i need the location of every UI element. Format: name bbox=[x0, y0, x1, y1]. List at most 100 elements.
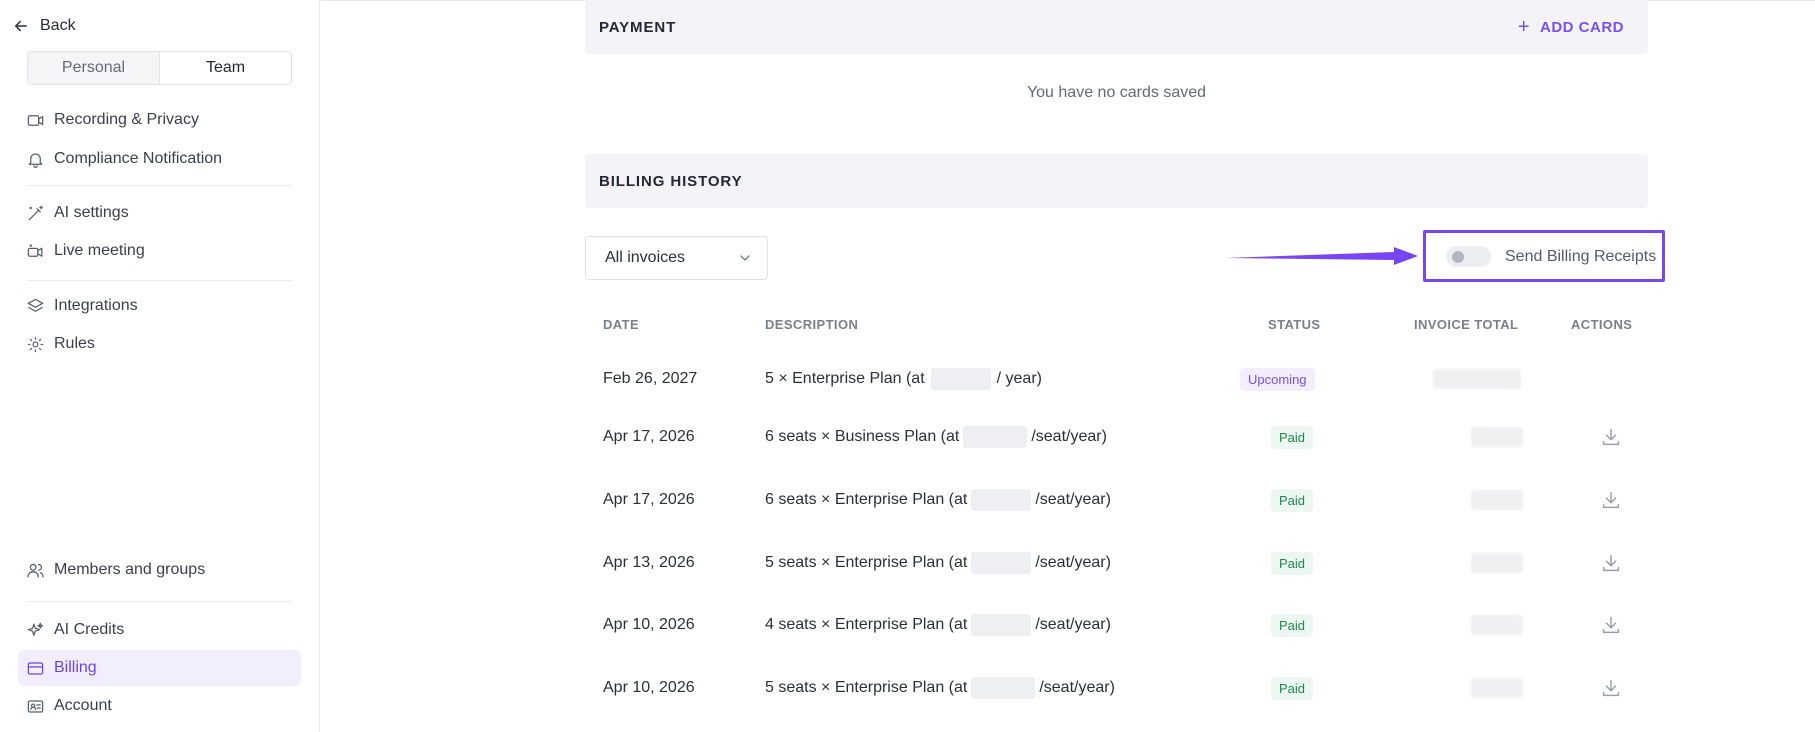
redacted-total bbox=[1471, 427, 1523, 447]
row-description-text: 5 seats × Enterprise Plan (at bbox=[765, 554, 968, 571]
row-total bbox=[1471, 600, 1523, 650]
row-description: 4 seats × Enterprise Plan (at /seat/year… bbox=[765, 600, 1111, 650]
redacted-price bbox=[971, 677, 1036, 699]
billing-history-header: BILLING HISTORY bbox=[585, 154, 1648, 208]
row-description-suffix: / year) bbox=[996, 370, 1042, 387]
sidebar-item-label: Recording & Privacy bbox=[54, 111, 199, 128]
row-description-suffix: /seat/year) bbox=[1039, 679, 1115, 696]
sidebar-item-ai-settings[interactable]: AI settings bbox=[18, 195, 301, 231]
row-date: Feb 26, 2027 bbox=[603, 370, 698, 387]
invoice-filter-select[interactable]: All invoices bbox=[585, 236, 768, 280]
table-row: Apr 17, 2026 6 seats × Business Plan (at… bbox=[585, 412, 1648, 462]
table-row: Apr 10, 2026 4 seats × Enterprise Plan (… bbox=[585, 600, 1648, 650]
sidebar-item-recording-privacy[interactable]: Recording & Privacy bbox=[18, 102, 301, 138]
sparkles-icon bbox=[27, 622, 44, 636]
gear-check-icon bbox=[27, 336, 44, 352]
sidebar-item-label: Rules bbox=[54, 335, 95, 352]
redacted-price bbox=[930, 368, 991, 390]
sidebar-item-label: Compliance Notification bbox=[54, 150, 223, 167]
status-badge: Paid bbox=[1271, 551, 1314, 575]
redacted-total bbox=[1471, 490, 1523, 510]
add-card-button[interactable]: + ADD CARD bbox=[1518, 17, 1624, 37]
sidebar-item-live-meeting[interactable]: Live meeting bbox=[18, 233, 301, 269]
layers-icon bbox=[27, 298, 44, 312]
row-description: 5 seats × Enterprise Plan (at /seat/year… bbox=[765, 663, 1115, 713]
settings-sidebar: Back Personal Team Recording & Privacy C… bbox=[0, 0, 320, 732]
column-header-description: DESCRIPTION bbox=[765, 317, 859, 332]
row-description-text: 4 seats × Enterprise Plan (at bbox=[765, 616, 968, 633]
video-sparkle-icon bbox=[27, 243, 43, 257]
row-description: 6 seats × Enterprise Plan (at /seat/year… bbox=[765, 475, 1111, 525]
row-description: 5 × Enterprise Plan (at / year) bbox=[765, 354, 1042, 404]
row-status: Paid bbox=[1271, 663, 1314, 713]
download-icon[interactable] bbox=[1600, 614, 1622, 636]
sidebar-item-label: Live meeting bbox=[54, 242, 145, 259]
row-description: 5 seats × Enterprise Plan (at /seat/year… bbox=[765, 538, 1111, 588]
status-badge: Paid bbox=[1271, 676, 1314, 700]
row-description-text: 6 seats × Enterprise Plan (at bbox=[765, 491, 968, 508]
redacted-total bbox=[1471, 553, 1523, 573]
redacted-total bbox=[1471, 678, 1523, 698]
row-actions bbox=[1600, 412, 1622, 462]
tab-team[interactable]: Team bbox=[160, 52, 291, 84]
row-description: 6 seats × Business Plan (at /seat/year) bbox=[765, 412, 1107, 462]
sidebar-item-rules[interactable]: Rules bbox=[18, 326, 301, 362]
sidebar-item-ai-credits[interactable]: AI Credits bbox=[18, 612, 301, 648]
redacted-total bbox=[1471, 615, 1523, 635]
payment-header: PAYMENT + ADD CARD bbox=[585, 0, 1648, 54]
table-row: Apr 10, 2026 5 seats × Enterprise Plan (… bbox=[585, 663, 1648, 713]
row-description-text: 5 × Enterprise Plan (at bbox=[765, 370, 925, 387]
download-icon[interactable] bbox=[1600, 552, 1622, 574]
column-header-status: STATUS bbox=[1268, 317, 1321, 332]
sidebar-item-integrations[interactable]: Integrations bbox=[18, 288, 301, 324]
status-badge: Paid bbox=[1271, 488, 1314, 512]
download-icon[interactable] bbox=[1600, 677, 1622, 699]
sidebar-item-label: Members and groups bbox=[54, 561, 206, 578]
column-header-date: DATE bbox=[603, 317, 640, 332]
row-total bbox=[1433, 354, 1521, 404]
sidebar-item-members-groups[interactable]: Members and groups bbox=[18, 552, 301, 588]
sidebar-item-compliance-notification[interactable]: Compliance Notification bbox=[18, 141, 301, 177]
sidebar-item-label: Billing bbox=[54, 659, 97, 676]
sidebar-divider bbox=[27, 280, 292, 281]
back-label: Back bbox=[40, 17, 76, 34]
bell-icon bbox=[28, 152, 43, 168]
row-status: Paid bbox=[1271, 412, 1314, 462]
row-actions bbox=[1600, 538, 1622, 588]
arrow-left-icon bbox=[15, 20, 27, 32]
magic-wand-icon bbox=[28, 205, 43, 220]
add-card-label: ADD CARD bbox=[1540, 18, 1624, 36]
send-billing-receipts-toggle[interactable] bbox=[1446, 246, 1491, 267]
row-total bbox=[1471, 663, 1523, 713]
no-cards-message: You have no cards saved bbox=[1026, 84, 1207, 101]
download-icon[interactable] bbox=[1600, 426, 1622, 448]
row-status: Upcoming bbox=[1240, 354, 1315, 404]
chevron-down-icon bbox=[740, 255, 750, 261]
users-icon bbox=[27, 563, 44, 577]
sidebar-item-label: Integrations bbox=[54, 297, 138, 314]
payment-title: PAYMENT bbox=[599, 18, 677, 36]
scope-toggle: Personal Team bbox=[27, 51, 292, 85]
sidebar-item-account[interactable]: Account bbox=[18, 688, 301, 724]
sidebar-divider bbox=[27, 601, 292, 602]
sidebar-item-label: AI Credits bbox=[54, 621, 125, 638]
row-status: Paid bbox=[1271, 600, 1314, 650]
redacted-price bbox=[971, 614, 1032, 636]
redacted-price bbox=[963, 426, 1028, 448]
tab-personal[interactable]: Personal bbox=[28, 52, 160, 84]
row-actions bbox=[1600, 600, 1622, 650]
row-date: Apr 17, 2026 bbox=[603, 491, 695, 508]
row-description-suffix: /seat/year) bbox=[1035, 554, 1111, 571]
row-description-suffix: /seat/year) bbox=[1031, 428, 1107, 445]
plus-icon: + bbox=[1517, 16, 1530, 38]
row-date: Apr 10, 2026 bbox=[603, 679, 695, 696]
sidebar-item-billing[interactable]: Billing bbox=[18, 650, 301, 686]
back-button[interactable]: Back bbox=[12, 14, 76, 38]
column-header-invoice-total: INVOICE TOTAL bbox=[1414, 317, 1519, 332]
download-icon[interactable] bbox=[1600, 489, 1622, 511]
redacted-total bbox=[1433, 369, 1521, 389]
billing-history-title: BILLING HISTORY bbox=[599, 172, 743, 190]
row-actions bbox=[1600, 475, 1622, 525]
annotation-arrow bbox=[1225, 247, 1418, 265]
row-description-text: 6 seats × Business Plan (at bbox=[765, 428, 960, 445]
